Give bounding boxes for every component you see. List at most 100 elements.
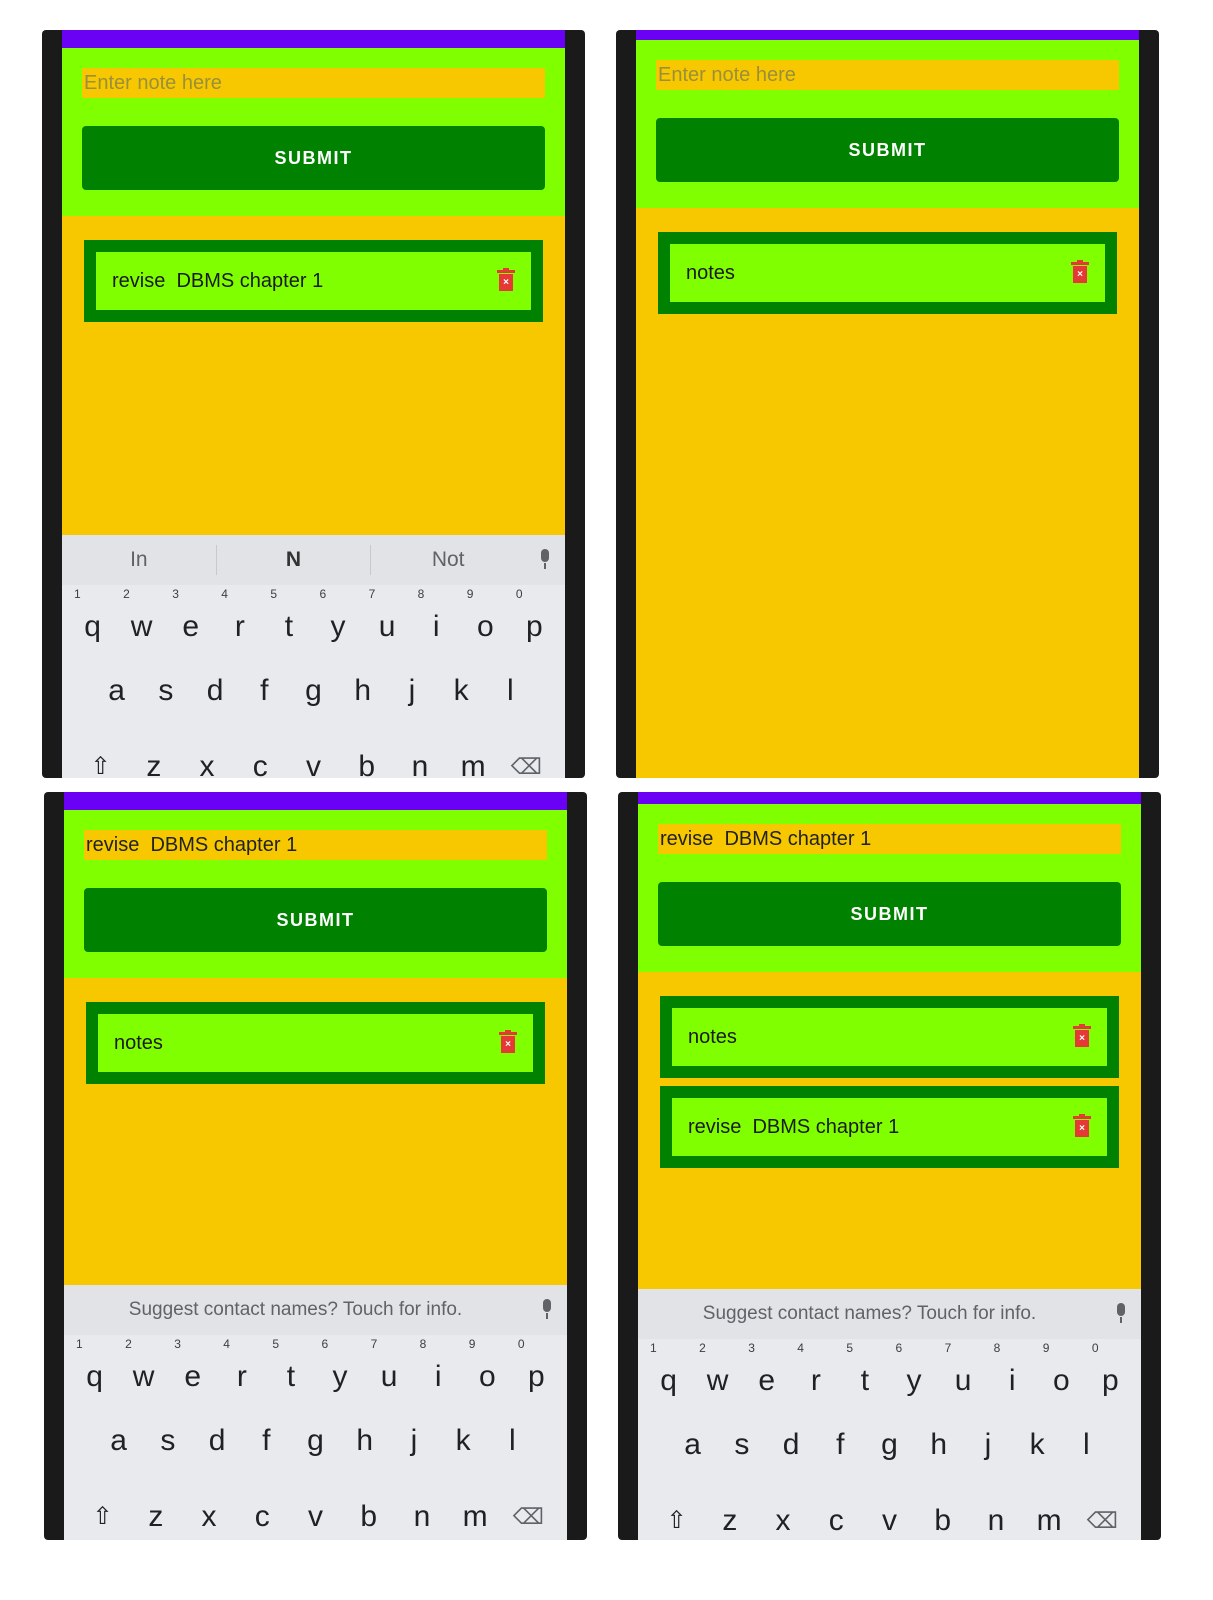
submit-button[interactable]: SUBMIT <box>84 888 547 952</box>
key[interactable]: m <box>1023 1491 1076 1540</box>
key[interactable]: 8i <box>412 587 461 661</box>
submit-button[interactable]: SUBMIT <box>658 882 1121 946</box>
delete-icon[interactable]: × <box>497 268 515 292</box>
key[interactable]: s <box>143 1411 192 1487</box>
key[interactable]: z <box>703 1491 756 1540</box>
shift-icon[interactable]: ⇧ <box>76 1487 129 1540</box>
key[interactable]: j <box>963 1415 1012 1491</box>
key[interactable]: h <box>914 1415 963 1491</box>
key[interactable]: 7u <box>939 1341 988 1415</box>
key[interactable]: d <box>766 1415 815 1491</box>
key[interactable]: c <box>234 737 287 778</box>
key[interactable]: n <box>395 1487 448 1540</box>
key[interactable]: 3e <box>742 1341 791 1415</box>
key[interactable]: 0p <box>510 587 559 661</box>
key[interactable]: 8i <box>414 1337 463 1411</box>
key[interactable]: 0p <box>512 1337 561 1411</box>
key[interactable]: 7u <box>363 587 412 661</box>
key[interactable]: b <box>340 737 393 778</box>
key[interactable]: 9o <box>461 587 510 661</box>
key[interactable]: n <box>969 1491 1022 1540</box>
note-input[interactable] <box>658 824 1121 854</box>
shift-icon[interactable]: ⇧ <box>650 1491 703 1540</box>
key[interactable]: m <box>449 1487 502 1540</box>
key[interactable]: d <box>192 1411 241 1487</box>
microphone-icon[interactable] <box>539 549 551 569</box>
key[interactable]: a <box>668 1415 717 1491</box>
key[interactable]: j <box>387 661 436 737</box>
key[interactable]: n <box>393 737 446 778</box>
microphone-icon[interactable] <box>1115 1303 1127 1323</box>
key[interactable]: x <box>180 737 233 778</box>
key[interactable]: 6y <box>315 1337 364 1411</box>
key[interactable]: 1q <box>68 587 117 661</box>
key[interactable]: f <box>242 1411 291 1487</box>
key[interactable]: s <box>717 1415 766 1491</box>
key[interactable]: v <box>289 1487 342 1540</box>
key[interactable]: a <box>92 661 141 737</box>
key[interactable]: 3e <box>168 1337 217 1411</box>
contact-suggestion-info[interactable]: Suggest contact names? Touch for info. <box>638 1303 1101 1325</box>
key[interactable]: l <box>1062 1415 1111 1491</box>
key[interactable]: l <box>488 1411 537 1487</box>
delete-icon[interactable]: × <box>1073 1114 1091 1138</box>
key[interactable]: v <box>863 1491 916 1540</box>
key[interactable]: d <box>190 661 239 737</box>
key[interactable]: k <box>1013 1415 1062 1491</box>
key[interactable]: v <box>287 737 340 778</box>
key[interactable]: c <box>810 1491 863 1540</box>
delete-icon[interactable]: × <box>499 1030 517 1054</box>
backspace-icon[interactable]: ⌫ <box>1076 1491 1129 1540</box>
key[interactable]: j <box>389 1411 438 1487</box>
key[interactable]: 4r <box>791 1341 840 1415</box>
submit-button[interactable]: SUBMIT <box>82 126 545 190</box>
backspace-icon[interactable]: ⌫ <box>502 1487 555 1540</box>
key[interactable]: f <box>816 1415 865 1491</box>
key[interactable]: 5t <box>266 1337 315 1411</box>
key[interactable]: g <box>289 661 338 737</box>
key[interactable]: z <box>127 737 180 778</box>
note-input[interactable] <box>82 68 545 98</box>
suggestion-word[interactable]: In <box>62 548 216 572</box>
note-input[interactable] <box>656 60 1119 90</box>
delete-icon[interactable]: × <box>1073 1024 1091 1048</box>
key[interactable]: x <box>756 1491 809 1540</box>
key[interactable]: s <box>141 661 190 737</box>
key[interactable]: 9o <box>463 1337 512 1411</box>
key[interactable]: x <box>182 1487 235 1540</box>
suggestion-word[interactable]: N <box>217 548 371 572</box>
key[interactable]: b <box>916 1491 969 1540</box>
key[interactable]: 9o <box>1037 1341 1086 1415</box>
key[interactable]: a <box>94 1411 143 1487</box>
key[interactable]: 2w <box>693 1341 742 1415</box>
key[interactable]: b <box>342 1487 395 1540</box>
key[interactable]: 5t <box>264 587 313 661</box>
shift-icon[interactable]: ⇧ <box>74 737 127 778</box>
backspace-icon[interactable]: ⌫ <box>500 737 553 778</box>
key[interactable]: 0p <box>1086 1341 1135 1415</box>
key[interactable]: 1q <box>644 1341 693 1415</box>
key[interactable]: 2w <box>119 1337 168 1411</box>
key[interactable]: z <box>129 1487 182 1540</box>
delete-icon[interactable]: × <box>1071 260 1089 284</box>
key[interactable]: 8i <box>988 1341 1037 1415</box>
key[interactable]: g <box>865 1415 914 1491</box>
suggestion-word[interactable]: Not <box>371 548 525 572</box>
key[interactable]: k <box>439 1411 488 1487</box>
note-input[interactable] <box>84 830 547 860</box>
microphone-icon[interactable] <box>541 1299 553 1319</box>
key[interactable]: h <box>340 1411 389 1487</box>
submit-button[interactable]: SUBMIT <box>656 118 1119 182</box>
key[interactable]: m <box>447 737 500 778</box>
key[interactable]: 6y <box>889 1341 938 1415</box>
key[interactable]: 4r <box>215 587 264 661</box>
key[interactable]: l <box>486 661 535 737</box>
key[interactable]: 7u <box>365 1337 414 1411</box>
key[interactable]: 4r <box>217 1337 266 1411</box>
key[interactable]: g <box>291 1411 340 1487</box>
key[interactable]: h <box>338 661 387 737</box>
key[interactable]: f <box>240 661 289 737</box>
key[interactable]: 2w <box>117 587 166 661</box>
key[interactable]: 6y <box>313 587 362 661</box>
key[interactable]: 1q <box>70 1337 119 1411</box>
